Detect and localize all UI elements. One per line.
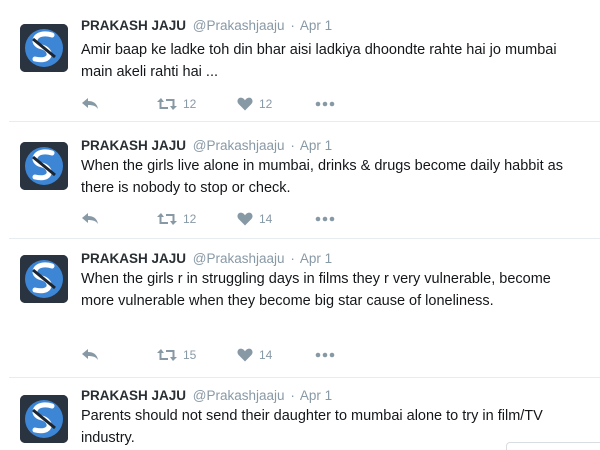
retweet-button[interactable]: 15 — [157, 346, 196, 364]
more-dots-icon — [315, 352, 335, 358]
tweet-text: When the girls live alone in mumbai, dri… — [81, 158, 563, 196]
more-button[interactable] — [315, 210, 335, 228]
author-name[interactable]: PRAKASH JAJU — [81, 18, 186, 33]
separator: · — [290, 18, 295, 33]
like-count: 12 — [259, 97, 273, 111]
avatar-logo-icon — [20, 395, 68, 443]
separator: · — [290, 251, 295, 266]
tweet[interactable]: PRAKASH JAJU @Prakashjaaju · Apr 1 When … — [9, 238, 600, 377]
retweet-icon — [157, 98, 177, 110]
tweet-actions: 12 12 — [79, 95, 379, 113]
tweet-date[interactable]: Apr 1 — [300, 251, 332, 266]
author-handle[interactable]: @Prakashjaaju — [193, 18, 285, 33]
tweet[interactable]: PRAKASH JAJU @Prakashjaaju · Apr 1 Paren… — [9, 377, 600, 450]
like-button[interactable]: 14 — [237, 346, 272, 364]
tweet-date[interactable]: Apr 1 — [300, 18, 332, 33]
like-count: 14 — [259, 348, 273, 362]
retweet-icon — [157, 213, 177, 225]
retweet-count: 15 — [183, 348, 197, 362]
separator: · — [290, 138, 295, 153]
tweet-date[interactable]: Apr 1 — [300, 138, 332, 153]
retweet-button[interactable]: 12 — [157, 210, 196, 228]
tweet-actions: 15 14 — [79, 346, 379, 364]
retweet-icon — [157, 349, 177, 361]
avatar-logo-icon — [20, 24, 68, 72]
tweet-header: PRAKASH JAJU @Prakashjaaju · Apr 1 — [81, 138, 332, 154]
reply-button[interactable] — [81, 95, 99, 113]
tweet[interactable]: PRAKASH JAJU @Prakashjaaju · Apr 1 Amir … — [9, 0, 600, 121]
avatar[interactable] — [20, 142, 68, 190]
avatar[interactable] — [20, 255, 68, 303]
avatar-logo-icon — [20, 255, 68, 303]
retweet-count: 12 — [183, 97, 197, 111]
like-count: 14 — [259, 212, 273, 226]
heart-icon — [237, 212, 253, 226]
more-dots-icon — [315, 216, 335, 222]
retweet-button[interactable]: 12 — [157, 95, 196, 113]
author-handle[interactable]: @Prakashjaaju — [193, 138, 285, 153]
avatar-logo-icon — [20, 142, 68, 190]
tweet-actions: 12 14 — [79, 210, 379, 228]
author-handle[interactable]: @Prakashjaaju — [193, 251, 285, 266]
reply-icon — [82, 213, 98, 224]
more-button[interactable] — [315, 346, 335, 364]
tweet-header: PRAKASH JAJU @Prakashjaaju · Apr 1 — [81, 251, 332, 267]
reply-button[interactable] — [81, 346, 99, 364]
tweet-header: PRAKASH JAJU @Prakashjaaju · Apr 1 — [81, 18, 332, 34]
avatar[interactable] — [20, 24, 68, 72]
author-handle[interactable]: @Prakashjaaju — [193, 388, 285, 403]
author-name[interactable]: PRAKASH JAJU — [81, 388, 186, 403]
reply-icon — [82, 98, 98, 109]
more-button[interactable] — [315, 95, 335, 113]
tweet-date[interactable]: Apr 1 — [300, 388, 332, 403]
like-button[interactable]: 12 — [237, 95, 272, 113]
author-name[interactable]: PRAKASH JAJU — [81, 251, 186, 266]
heart-icon — [237, 348, 253, 362]
avatar[interactable] — [20, 395, 68, 443]
like-button[interactable]: 14 — [237, 210, 272, 228]
retweet-count: 12 — [183, 212, 197, 226]
reply-button[interactable] — [81, 210, 99, 228]
separator: · — [290, 388, 295, 403]
reply-icon — [82, 349, 98, 360]
tweet-header: PRAKASH JAJU @Prakashjaaju · Apr 1 — [81, 388, 332, 404]
tweet-text: Amir baap ke ladke toh din bhar aisi lad… — [81, 42, 557, 80]
tweet-feed: PRAKASH JAJU @Prakashjaaju · Apr 1 Amir … — [0, 0, 600, 450]
floating-panel-edge — [506, 442, 600, 450]
heart-icon — [237, 97, 253, 111]
tweet[interactable]: PRAKASH JAJU @Prakashjaaju · Apr 1 When … — [9, 121, 600, 238]
author-name[interactable]: PRAKASH JAJU — [81, 138, 186, 153]
tweet-text: When the girls r in struggling days in f… — [81, 271, 551, 309]
more-dots-icon — [315, 101, 335, 107]
